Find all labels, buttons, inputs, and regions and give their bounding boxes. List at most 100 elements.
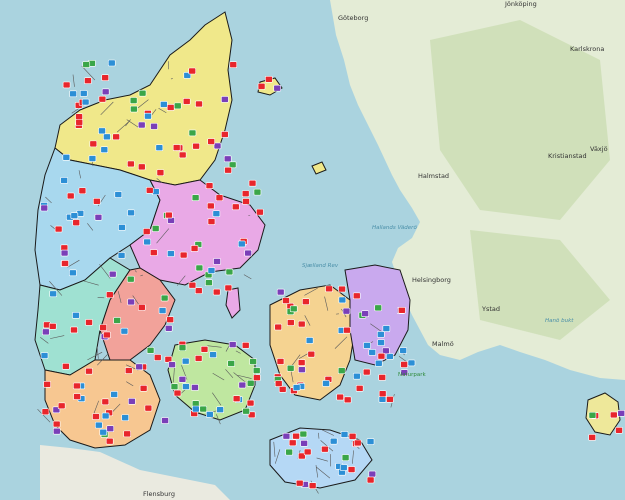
map-marker[interactable] xyxy=(588,434,596,441)
map-marker[interactable] xyxy=(213,258,221,265)
map-marker[interactable] xyxy=(81,98,90,106)
map-marker[interactable] xyxy=(276,358,285,365)
map-marker[interactable] xyxy=(228,341,237,348)
map-marker[interactable] xyxy=(156,169,165,176)
map-marker[interactable] xyxy=(273,84,282,92)
map-marker[interactable] xyxy=(190,245,199,252)
map-marker[interactable] xyxy=(113,317,121,324)
map-marker[interactable] xyxy=(164,324,173,332)
map-marker[interactable] xyxy=(302,298,310,305)
map-marker[interactable] xyxy=(192,142,200,150)
map-marker[interactable] xyxy=(377,331,385,338)
map-marker[interactable] xyxy=(295,479,304,487)
map-marker[interactable] xyxy=(179,251,188,259)
map-marker[interactable] xyxy=(173,389,182,397)
map-marker[interactable] xyxy=(249,358,257,365)
map-marker[interactable] xyxy=(127,209,135,217)
map-marker[interactable] xyxy=(225,268,234,276)
map-marker[interactable] xyxy=(70,326,78,334)
map-marker[interactable] xyxy=(340,431,349,438)
map-marker[interactable] xyxy=(199,405,208,413)
map-marker[interactable] xyxy=(101,88,110,96)
map-marker[interactable] xyxy=(40,204,49,212)
map-marker[interactable] xyxy=(103,331,111,339)
map-marker[interactable] xyxy=(161,417,169,424)
map-marker[interactable] xyxy=(40,352,49,359)
map-marker[interactable] xyxy=(60,177,68,184)
map-marker[interactable] xyxy=(355,385,364,392)
map-marker[interactable] xyxy=(99,324,107,331)
map-marker[interactable] xyxy=(382,347,390,355)
map-marker[interactable] xyxy=(155,144,164,152)
map-marker[interactable] xyxy=(52,420,61,428)
map-marker[interactable] xyxy=(85,367,93,375)
map-marker[interactable] xyxy=(144,404,153,412)
map-marker[interactable] xyxy=(101,398,110,406)
map-marker[interactable] xyxy=(241,342,250,349)
map-marker[interactable] xyxy=(206,202,215,210)
map-marker[interactable] xyxy=(285,448,293,456)
map-marker[interactable] xyxy=(94,213,103,221)
map-marker[interactable] xyxy=(167,250,175,257)
map-marker[interactable] xyxy=(286,364,295,372)
map-marker[interactable] xyxy=(292,432,300,440)
map-marker[interactable] xyxy=(145,187,154,194)
map-marker[interactable] xyxy=(292,384,301,391)
map-marker[interactable] xyxy=(41,408,50,416)
map-marker[interactable] xyxy=(192,405,200,413)
map-marker[interactable] xyxy=(73,382,81,390)
map-marker[interactable] xyxy=(588,411,597,419)
map-marker[interactable] xyxy=(248,179,257,187)
map-marker[interactable] xyxy=(168,361,176,368)
map-marker[interactable] xyxy=(70,212,79,219)
map-marker[interactable] xyxy=(282,297,290,304)
map-marker[interactable] xyxy=(172,144,181,151)
map-marker[interactable] xyxy=(347,466,356,473)
map-marker[interactable] xyxy=(146,347,155,354)
map-marker[interactable] xyxy=(124,367,133,374)
map-marker[interactable] xyxy=(128,398,136,405)
map-marker[interactable] xyxy=(231,203,240,211)
map-marker[interactable] xyxy=(173,102,182,110)
map-marker[interactable] xyxy=(178,151,187,159)
map-marker[interactable] xyxy=(339,464,348,471)
island-samso[interactable] xyxy=(225,287,241,319)
map-marker[interactable] xyxy=(378,390,387,398)
map-marker[interactable] xyxy=(43,381,51,388)
map-marker[interactable] xyxy=(207,218,216,225)
map-marker[interactable] xyxy=(73,393,81,400)
map-marker[interactable] xyxy=(366,476,375,484)
map-marker[interactable] xyxy=(223,155,232,163)
region-north-jutland[interactable] xyxy=(54,11,233,186)
map-marker[interactable] xyxy=(341,454,350,461)
map-marker[interactable] xyxy=(224,284,233,292)
map-marker[interactable] xyxy=(305,337,314,344)
map-marker[interactable] xyxy=(289,305,298,313)
map-marker[interactable] xyxy=(127,298,135,306)
map-marker[interactable] xyxy=(137,304,146,311)
map-marker[interactable] xyxy=(181,357,190,365)
map-marker[interactable] xyxy=(227,360,235,367)
map-marker[interactable] xyxy=(366,438,375,445)
map-marker[interactable] xyxy=(108,270,117,278)
island-anholt[interactable] xyxy=(311,161,327,175)
map-marker[interactable] xyxy=(120,327,129,335)
map-marker[interactable] xyxy=(178,344,187,352)
map-marker[interactable] xyxy=(329,437,338,445)
map-marker[interactable] xyxy=(130,105,138,113)
map-marker[interactable] xyxy=(374,359,383,367)
map-marker[interactable] xyxy=(62,81,71,89)
map-marker[interactable] xyxy=(352,292,361,300)
map-marker[interactable] xyxy=(98,127,106,135)
map-marker[interactable] xyxy=(143,238,152,246)
map-marker[interactable] xyxy=(53,427,61,435)
map-marker[interactable] xyxy=(100,146,109,153)
map-marker[interactable] xyxy=(228,161,237,169)
map-marker[interactable] xyxy=(338,285,346,293)
map-marker[interactable] xyxy=(337,367,346,374)
map-marker[interactable] xyxy=(617,410,625,417)
map-marker[interactable] xyxy=(69,90,77,98)
map-marker[interactable] xyxy=(54,225,63,233)
map-marker[interactable] xyxy=(135,363,144,371)
map-marker[interactable] xyxy=(88,155,97,162)
